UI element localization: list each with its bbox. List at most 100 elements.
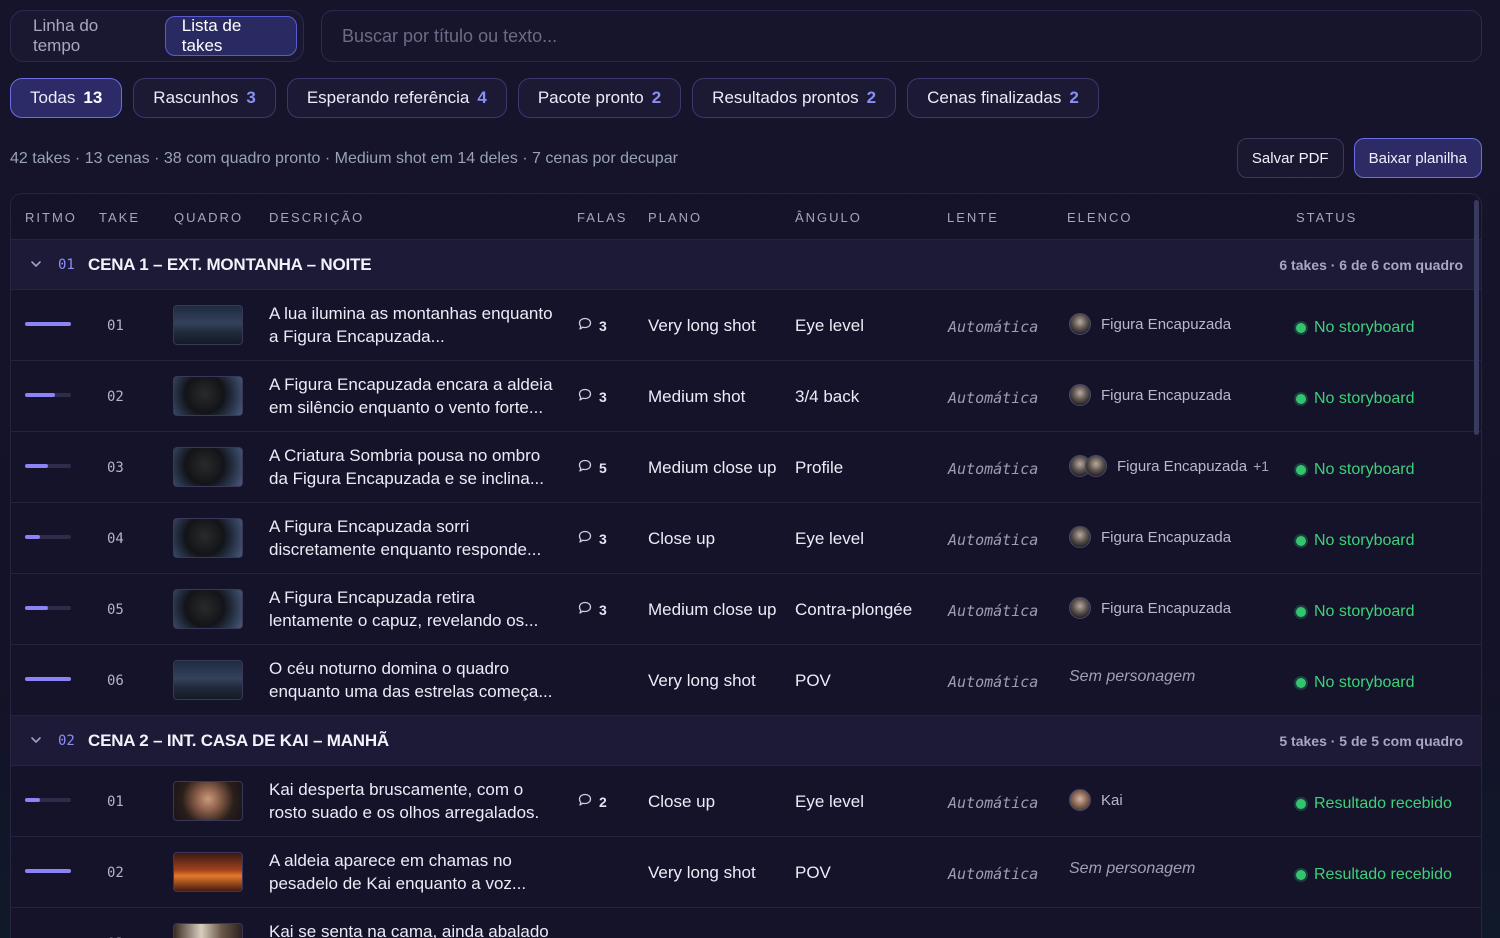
rhythm-fill (25, 464, 48, 468)
take-row[interactable]: 02 A aldeia aparece em chamas no pesadelo… (11, 837, 1481, 908)
filter-chip[interactable]: Rascunhos 3 (133, 78, 276, 118)
cast-avatars (1069, 789, 1091, 811)
filter-chip[interactable]: Esperando referência 4 (286, 78, 507, 118)
dialogue-count-value: 5 (599, 459, 607, 476)
status-label: No storyboard (1314, 603, 1415, 620)
status-dot (1296, 870, 1306, 880)
take-description: Kai se senta na cama, ainda abalado (269, 922, 549, 938)
take-number: 02 (107, 389, 124, 405)
status-dot (1296, 607, 1306, 617)
take-row[interactable]: 03Kai se senta na cama, ainda abalado (11, 908, 1481, 938)
frame-thumbnail[interactable] (173, 376, 243, 416)
col-take: TAKE (99, 210, 140, 225)
take-description: A Figura Encapuzada retira lentamente o … (269, 588, 539, 630)
takes-list-view-button[interactable]: Lista de takes (164, 16, 297, 56)
scene-row[interactable]: 02 CENA 2 – INT. CASA DE KAI – MANHÃ 5 tak… (11, 716, 1481, 766)
take-row[interactable]: 04 A Figura Encapuzada sorri discretament… (11, 503, 1481, 574)
take-number: 02 (107, 865, 124, 881)
filter-chip[interactable]: Pacote pronto 2 (517, 78, 682, 118)
status-label: No storyboard (1314, 532, 1415, 549)
avatar[interactable] (1069, 384, 1091, 406)
col-elenco: ELENCO (1067, 210, 1133, 225)
rhythm-bar (25, 535, 71, 539)
cast-avatars (1069, 597, 1091, 619)
status-label: No storyboard (1314, 390, 1415, 407)
frame-thumbnail[interactable] (173, 518, 243, 558)
avatar[interactable] (1069, 526, 1091, 548)
avatar[interactable] (1069, 597, 1091, 619)
camera-angle: POV (795, 671, 831, 690)
filter-chip[interactable]: Resultados prontos 2 (692, 78, 897, 118)
take-row[interactable]: 01 Kai desperta bruscamente, com o rosto … (11, 766, 1481, 837)
search-input[interactable] (342, 25, 1461, 47)
chevron-down-icon[interactable] (29, 733, 43, 747)
frame-thumbnail[interactable] (173, 589, 243, 629)
col-status: STATUS (1296, 210, 1358, 225)
lens: Automática (948, 865, 1039, 883)
scene-title: CENA 1 – EXT. MONTANHA – NOITE (88, 255, 372, 274)
status-badge: No storyboard (1296, 390, 1415, 408)
avatar[interactable] (1085, 455, 1107, 477)
cast: Figura Encapuzada +1 (1069, 455, 1269, 477)
take-row[interactable]: 06 O céu noturno domina o quadro enquanto… (11, 645, 1481, 716)
dialogue-count: 3 (577, 529, 607, 548)
filter-count: 13 (83, 88, 103, 107)
rhythm-bar (25, 606, 71, 610)
shot-type: Close up (648, 792, 716, 811)
frame-thumbnail[interactable] (173, 852, 243, 892)
status-badge: No storyboard (1296, 461, 1415, 479)
filter-label: Esperando referência (306, 88, 470, 107)
frame-thumbnail[interactable] (173, 447, 243, 487)
rhythm-bar (25, 464, 71, 468)
avatar[interactable] (1069, 789, 1091, 811)
filter-chip[interactable]: Todas 13 (10, 78, 123, 118)
avatar[interactable] (1069, 313, 1091, 335)
filter-chip[interactable]: Cenas finalizadas 2 (907, 78, 1099, 118)
cast-name: Kai (1101, 791, 1123, 809)
camera-angle: Profile (795, 458, 844, 477)
shot-type: Close up (648, 529, 716, 548)
take-row[interactable]: 02 A Figura Encapuzada encara a aldeia em… (11, 361, 1481, 432)
cast: Figura Encapuzada (1069, 313, 1231, 335)
take-number: 04 (107, 531, 124, 547)
chevron-down-icon[interactable] (29, 257, 43, 271)
status-dot (1296, 465, 1306, 475)
no-cast: Sem personagem (1069, 668, 1196, 685)
cast-name: Figura Encapuzada (1101, 315, 1232, 333)
table-header: RITMO TAKE QUADRO DESCRIÇÃO FALAS PLANO … (11, 194, 1481, 240)
camera-angle: Eye level (795, 316, 864, 335)
filter-count: 2 (651, 88, 662, 107)
rhythm-fill (25, 869, 71, 873)
take-row[interactable]: 05 A Figura Encapuzada retira lentamente … (11, 574, 1481, 645)
frame-thumbnail[interactable] (173, 923, 243, 938)
save-pdf-button[interactable]: Salvar PDF (1236, 138, 1344, 178)
filter-chips: Todas 13 Rascunhos 3 Esperando referência 4 Pa… (10, 78, 1099, 118)
rhythm-bar (25, 393, 71, 397)
status-label: Resultado recebido (1314, 795, 1452, 812)
rhythm-bar (25, 677, 71, 681)
take-row[interactable]: 01 A lua ilumina as montanhas enquanto a … (11, 290, 1481, 361)
frame-thumbnail[interactable] (173, 781, 243, 821)
cast-name: Figura Encapuzada (1117, 457, 1248, 475)
status-dot (1296, 678, 1306, 688)
scene-row[interactable]: 01 CENA 1 – EXT. MONTANHA – NOITE 6 takes … (11, 240, 1481, 290)
shot-type: Very long shot (648, 671, 756, 690)
scrollbar[interactable] (1474, 200, 1479, 435)
speech-bubble-icon (577, 529, 593, 548)
timeline-view-button[interactable]: Linha do tempo (17, 16, 159, 56)
camera-angle: POV (795, 863, 831, 882)
take-row[interactable]: 03 A Criatura Sombria pousa no ombro da F… (11, 432, 1481, 503)
cast: Figura Encapuzada (1069, 597, 1231, 619)
download-sheet-button[interactable]: Baixar planilha (1353, 138, 1482, 178)
camera-angle: Eye level (795, 792, 864, 811)
dialogue-count-value: 3 (599, 530, 607, 547)
status-badge: No storyboard (1296, 319, 1415, 337)
take-number: 06 (107, 673, 124, 689)
take-description: A Criatura Sombria pousa no ombro da Fig… (269, 446, 545, 488)
status-dot (1296, 536, 1306, 546)
frame-thumbnail[interactable] (173, 305, 243, 345)
search-box (321, 10, 1482, 62)
cast-avatars (1069, 313, 1091, 335)
cast-name: Figura Encapuzada (1101, 599, 1232, 617)
frame-thumbnail[interactable] (173, 660, 243, 700)
